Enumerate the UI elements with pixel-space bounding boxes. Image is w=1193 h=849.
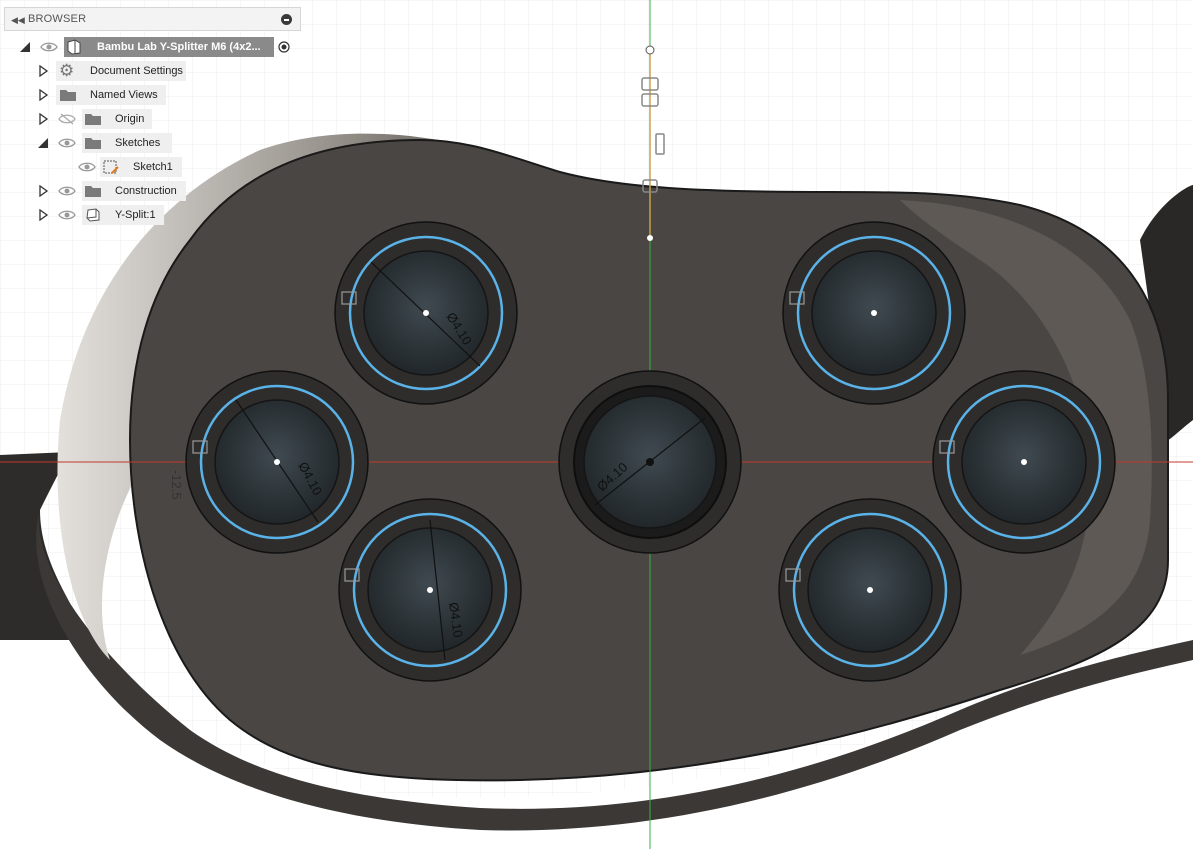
browser-root-item[interactable]: Bambu Lab Y-Splitter M6 (4x2... <box>0 37 305 57</box>
sketch-icon <box>103 160 119 174</box>
hole-top-right[interactable] <box>782 221 966 405</box>
gear-icon: ⚙ <box>59 61 75 80</box>
browser-item-label: Sketch1 <box>133 161 173 173</box>
hole-mid-right[interactable] <box>932 370 1116 554</box>
expanded-triangle-icon[interactable] <box>19 41 31 53</box>
hole-center[interactable] <box>558 370 742 554</box>
browser-item-label: Origin <box>115 113 145 125</box>
sketch-point-top[interactable] <box>645 45 655 55</box>
collapsed-triangle-icon[interactable] <box>37 65 49 77</box>
collapsed-triangle-icon[interactable] <box>37 185 49 197</box>
browser-item-y-split[interactable]: Y-Split:1 <box>0 205 305 225</box>
browser-item-label: Construction <box>115 185 177 197</box>
hole-bottom-right[interactable] <box>778 498 962 682</box>
folder-icon <box>85 114 101 125</box>
browser-item-sketch1[interactable]: Sketch1 <box>0 157 305 177</box>
browser-title: BROWSER <box>28 13 87 25</box>
browser-item-origin[interactable]: Origin <box>0 109 305 129</box>
body-icon <box>86 208 100 222</box>
visibility-eye-icon[interactable] <box>58 208 76 222</box>
browser-item-named-views[interactable]: Named Views <box>0 85 305 105</box>
hole-bottom-left[interactable] <box>338 498 522 682</box>
collapsed-triangle-icon[interactable] <box>37 89 49 101</box>
visibility-eye-icon[interactable] <box>40 40 58 54</box>
offset-dimension-label[interactable]: -12.5 <box>169 470 184 500</box>
hole-mid-left[interactable] <box>185 370 369 554</box>
sketch-point[interactable] <box>647 235 653 241</box>
browser-item-label: Named Views <box>90 89 158 101</box>
browser-header: ◀◀ BROWSER <box>4 7 301 31</box>
folder-icon <box>85 138 101 149</box>
browser-item-sketches[interactable]: Sketches <box>0 133 305 153</box>
collapsed-triangle-icon[interactable] <box>37 113 49 125</box>
folder-icon <box>85 186 101 197</box>
minimize-panel-icon[interactable] <box>281 14 292 25</box>
browser-item-construction[interactable]: Construction <box>0 181 305 201</box>
expanded-triangle-icon[interactable] <box>37 137 49 149</box>
visibility-eye-icon[interactable] <box>78 160 96 174</box>
hole-top-left[interactable] <box>334 221 518 405</box>
browser-item-label: Y-Split:1 <box>115 209 156 221</box>
visibility-eye-icon[interactable] <box>58 184 76 198</box>
browser-item-label: Sketches <box>115 137 161 149</box>
folder-icon <box>60 90 76 101</box>
collapse-panel-icon[interactable]: ◀◀ <box>11 14 25 26</box>
activate-radio-icon[interactable] <box>278 41 290 53</box>
browser-item-label: Document Settings <box>90 65 183 77</box>
collapsed-triangle-icon[interactable] <box>37 209 49 221</box>
browser-item-document-settings[interactable]: ⚙ Document Settings <box>0 61 305 81</box>
visibility-eye-icon[interactable] <box>58 136 76 150</box>
component-icon <box>67 39 81 55</box>
hidden-eye-icon[interactable] <box>58 112 76 126</box>
browser-root-label: Bambu Lab Y-Splitter M6 (4x2... <box>97 41 261 53</box>
